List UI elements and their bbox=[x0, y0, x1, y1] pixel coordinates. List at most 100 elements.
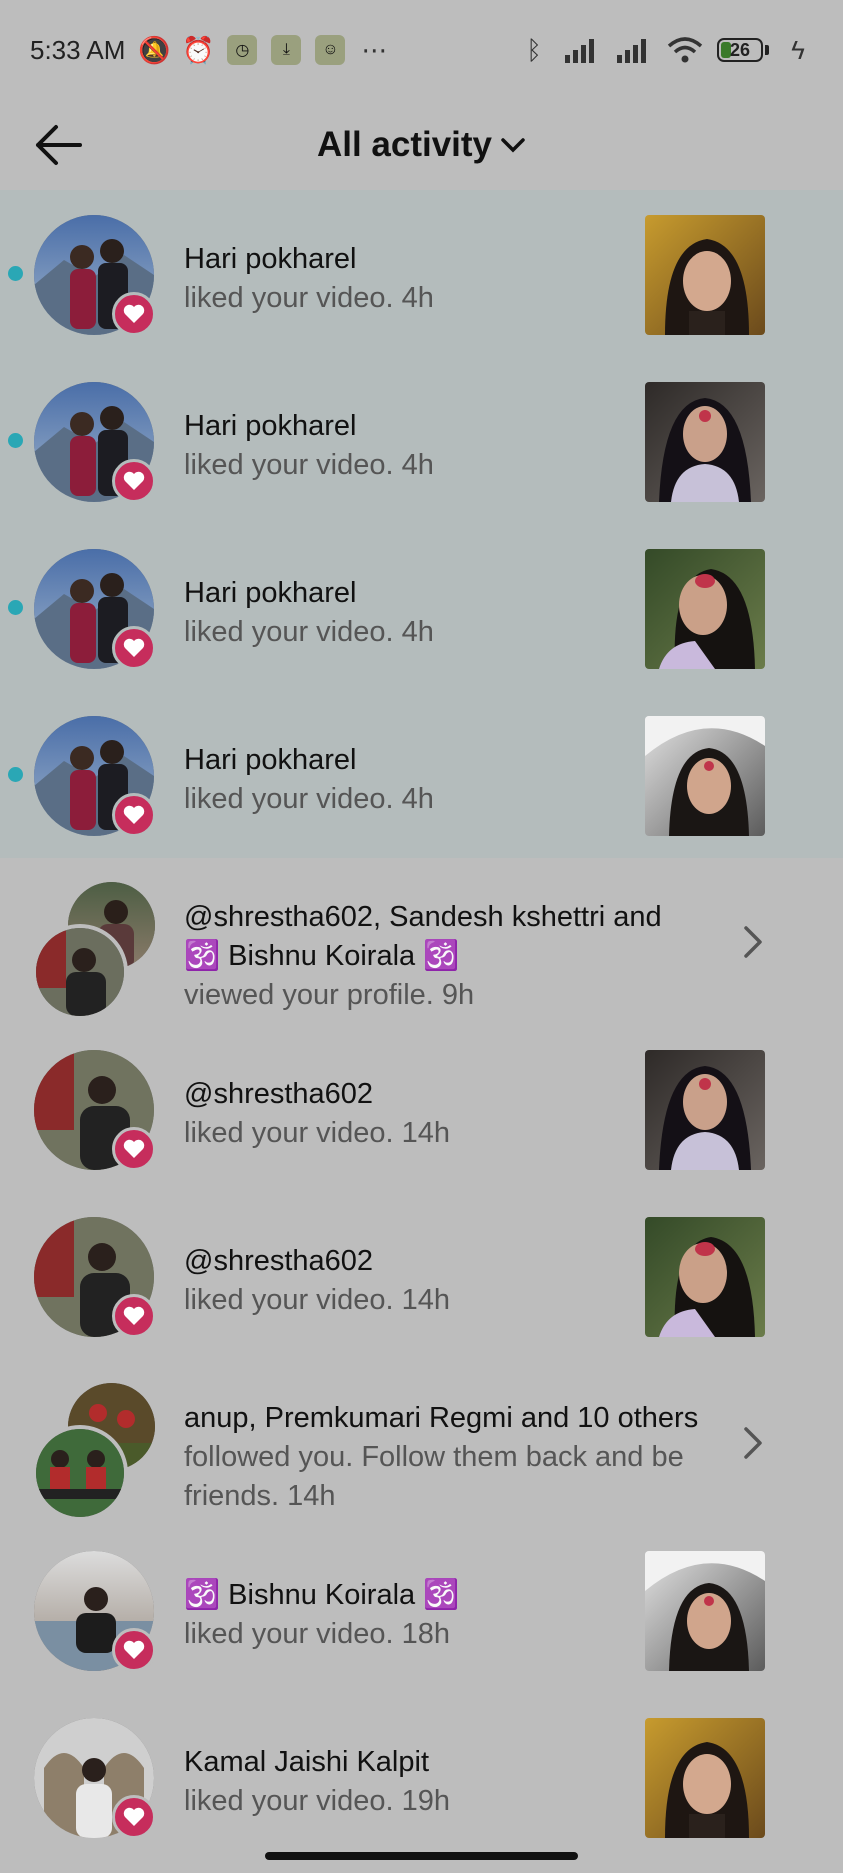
user-name[interactable]: @shrestha602 bbox=[184, 1075, 633, 1114]
video-thumbnail[interactable] bbox=[645, 1718, 765, 1838]
timestamp: 19h bbox=[401, 1785, 451, 1817]
user-name[interactable]: @shrestha602 bbox=[184, 1242, 633, 1281]
heart-badge-icon bbox=[112, 1127, 156, 1171]
video-thumbnail[interactable] bbox=[645, 215, 765, 335]
timestamp: 4h bbox=[401, 449, 434, 481]
clock-app-icon: ◷ bbox=[227, 35, 258, 65]
chevron-right-icon[interactable] bbox=[741, 922, 765, 962]
chevron-down-icon bbox=[501, 138, 525, 153]
charging-icon: ϟ bbox=[791, 34, 805, 65]
user-name[interactable]: Hari pokharel bbox=[184, 240, 633, 279]
notification-text: @shrestha602 liked your video. 14h bbox=[184, 1075, 633, 1153]
timestamp: 14h bbox=[401, 1117, 451, 1149]
activity-text: liked your video. bbox=[184, 1618, 394, 1650]
video-thumbnail[interactable] bbox=[645, 1217, 765, 1337]
wifi-icon bbox=[667, 37, 703, 63]
video-thumbnail[interactable] bbox=[645, 549, 765, 669]
notification-text: Hari pokharel liked your video. 4h bbox=[184, 240, 633, 318]
status-right: ᛒ 26 ϟ bbox=[519, 35, 813, 65]
user-name[interactable]: Hari pokharel bbox=[184, 407, 633, 446]
signal-2-icon bbox=[617, 39, 646, 63]
battery-indicator: 26 bbox=[717, 38, 769, 62]
alarm-icon: ⏰ bbox=[182, 34, 215, 65]
activity-text: viewed your profile. bbox=[184, 979, 434, 1011]
mute-icon: 🔕 bbox=[138, 34, 171, 65]
notification-row[interactable]: 🕉️ Bishnu Koirala 🕉️ liked your video. 1… bbox=[0, 1526, 843, 1693]
avatar-primary[interactable] bbox=[32, 1425, 128, 1521]
video-thumbnail[interactable] bbox=[645, 716, 765, 836]
notification-list: Hari pokharel liked your video. 4h Hari … bbox=[0, 190, 843, 1860]
notification-row[interactable]: @shrestha602 liked your video. 14h bbox=[0, 1025, 843, 1192]
activity-text: followed you. Follow them back and be bbox=[184, 1441, 684, 1473]
notification-row[interactable]: Hari pokharel liked your video. 4h bbox=[0, 190, 843, 357]
timestamp: 14h bbox=[287, 1480, 336, 1512]
status-left: 5:33 AM 🔕 ⏰ ◷ ⤓ ☺ ⋯ bbox=[30, 35, 389, 66]
notification-row[interactable]: Hari pokharel liked your video. 4h bbox=[0, 524, 843, 691]
home-indicator[interactable] bbox=[265, 1852, 578, 1860]
heart-badge-icon bbox=[112, 1795, 156, 1839]
notification-text: Hari pokharel liked your video. 4h bbox=[184, 407, 633, 485]
header: All activity bbox=[0, 100, 843, 190]
activity-text-continued: friends. bbox=[184, 1480, 280, 1512]
download-icon: ⤓ bbox=[271, 35, 302, 65]
status-bar: 5:33 AM 🔕 ⏰ ◷ ⤓ ☺ ⋯ ᛒ 26 ϟ bbox=[0, 0, 843, 100]
notification-row[interactable]: Hari pokharel liked your video. 4h bbox=[0, 691, 843, 858]
activity-text: liked your video. bbox=[184, 1117, 394, 1149]
activity-text: liked your video. bbox=[184, 1284, 394, 1316]
user-name[interactable]: Kamal Jaishi Kalpit bbox=[184, 1743, 633, 1782]
unread-dot bbox=[8, 600, 23, 615]
heart-badge-icon bbox=[112, 459, 156, 503]
timestamp: 4h bbox=[401, 616, 434, 648]
notification-text: anup, Premkumari Regmi and 10 others fol… bbox=[184, 1399, 723, 1516]
timestamp: 4h bbox=[401, 282, 434, 314]
timestamp: 18h bbox=[401, 1618, 451, 1650]
activity-text: liked your video. bbox=[184, 616, 394, 648]
notification-text: Hari pokharel liked your video. 4h bbox=[184, 741, 633, 819]
heart-badge-icon bbox=[112, 292, 156, 336]
video-thumbnail[interactable] bbox=[645, 382, 765, 502]
timestamp: 9h bbox=[441, 979, 475, 1011]
back-arrow-icon[interactable] bbox=[34, 122, 84, 168]
page-title: All activity bbox=[316, 125, 493, 164]
more-notifications-icon: ⋯ bbox=[361, 34, 388, 65]
avatar-primary[interactable] bbox=[32, 924, 128, 1020]
chevron-right-icon[interactable] bbox=[741, 1423, 765, 1463]
video-thumbnail[interactable] bbox=[645, 1050, 765, 1170]
heart-badge-icon bbox=[112, 793, 156, 837]
activity-filter-dropdown[interactable]: All activity bbox=[317, 125, 526, 165]
user-name[interactable]: Hari pokharel bbox=[184, 741, 633, 780]
unread-dot bbox=[8, 767, 23, 782]
user-names[interactable]: @shrestha602, Sandesh kshettri and bbox=[184, 898, 723, 937]
video-thumbnail[interactable] bbox=[645, 1551, 765, 1671]
notification-text: @shrestha602, Sandesh kshettri and 🕉️ Bi… bbox=[184, 898, 723, 1015]
app-notification-icon: ☺ bbox=[315, 35, 346, 65]
unread-dot bbox=[8, 433, 23, 448]
activity-text: liked your video. bbox=[184, 449, 394, 481]
heart-badge-icon bbox=[112, 1628, 156, 1672]
notification-text: 🕉️ Bishnu Koirala 🕉️ liked your video. 1… bbox=[184, 1576, 633, 1654]
user-names[interactable]: anup, Premkumari Regmi and 10 others bbox=[184, 1399, 723, 1438]
notification-text: Hari pokharel liked your video. 4h bbox=[184, 574, 633, 652]
notification-text: @shrestha602 liked your video. 14h bbox=[184, 1242, 633, 1320]
activity-text: liked your video. bbox=[184, 1785, 394, 1817]
notification-row[interactable]: anup, Premkumari Regmi and 10 others fol… bbox=[0, 1359, 843, 1526]
signal-icon bbox=[565, 39, 594, 63]
notification-row[interactable]: Kamal Jaishi Kalpit liked your video. 19… bbox=[0, 1693, 843, 1860]
notification-text: Kamal Jaishi Kalpit liked your video. 19… bbox=[184, 1743, 633, 1821]
heart-badge-icon bbox=[112, 1294, 156, 1338]
timestamp: 14h bbox=[401, 1284, 451, 1316]
heart-badge-icon bbox=[112, 626, 156, 670]
unread-dot bbox=[8, 266, 23, 281]
user-name[interactable]: 🕉️ Bishnu Koirala 🕉️ bbox=[184, 1576, 633, 1615]
battery-level: 26 bbox=[729, 39, 751, 60]
notification-row[interactable]: @shrestha602, Sandesh kshettri and 🕉️ Bi… bbox=[0, 858, 843, 1025]
status-time: 5:33 AM bbox=[30, 34, 126, 65]
user-names-continued[interactable]: 🕉️ Bishnu Koirala 🕉️ bbox=[184, 937, 723, 976]
bluetooth-icon: ᛒ bbox=[526, 34, 542, 65]
notification-row[interactable]: @shrestha602 liked your video. 14h bbox=[0, 1192, 843, 1359]
timestamp: 4h bbox=[401, 783, 434, 815]
notification-row[interactable]: Hari pokharel liked your video. 4h bbox=[0, 357, 843, 524]
user-name[interactable]: Hari pokharel bbox=[184, 574, 633, 613]
activity-text: liked your video. bbox=[184, 783, 394, 815]
activity-text: liked your video. bbox=[184, 282, 394, 314]
